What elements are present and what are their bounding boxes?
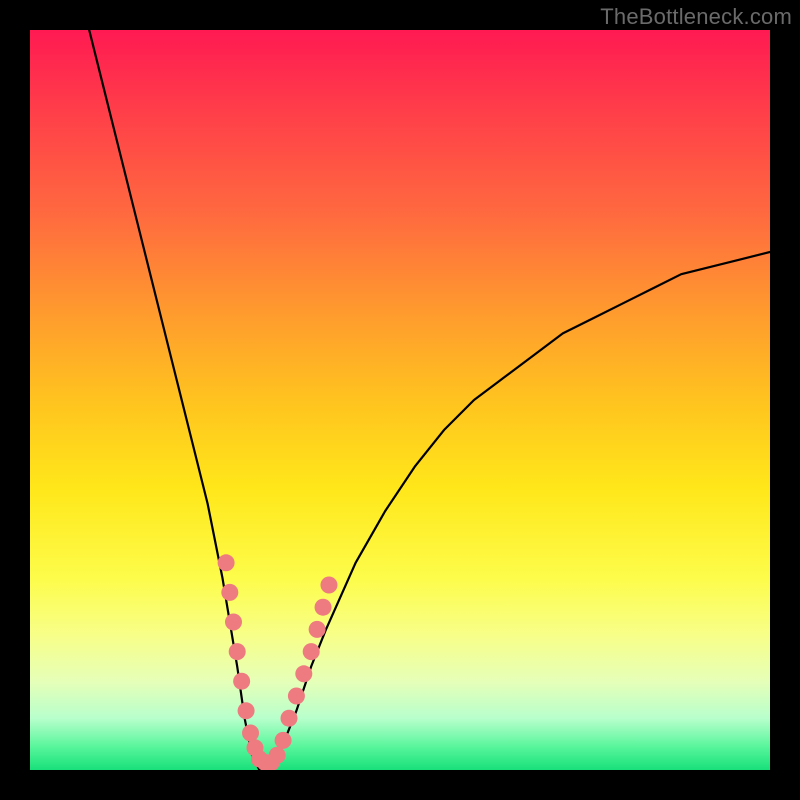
chart-svg	[30, 30, 770, 770]
highlight-dot	[320, 577, 337, 594]
highlight-dot	[242, 725, 259, 742]
highlight-dot	[315, 599, 332, 616]
highlight-dot	[221, 584, 238, 601]
highlight-dot	[281, 710, 298, 727]
watermark-text: TheBottleneck.com	[600, 4, 792, 30]
bottleneck-curve	[89, 30, 770, 770]
highlight-dot	[229, 643, 246, 660]
highlight-dot	[233, 673, 250, 690]
highlight-dot	[218, 554, 235, 571]
highlight-dot	[303, 643, 320, 660]
highlight-dot	[288, 688, 305, 705]
highlight-dot	[275, 732, 292, 749]
highlight-dot	[238, 702, 255, 719]
highlight-dot	[295, 665, 312, 682]
chart-plot-area	[30, 30, 770, 770]
highlight-dot	[309, 621, 326, 638]
outer-frame: TheBottleneck.com	[0, 0, 800, 800]
highlight-dot	[269, 747, 286, 764]
highlight-dot	[225, 614, 242, 631]
